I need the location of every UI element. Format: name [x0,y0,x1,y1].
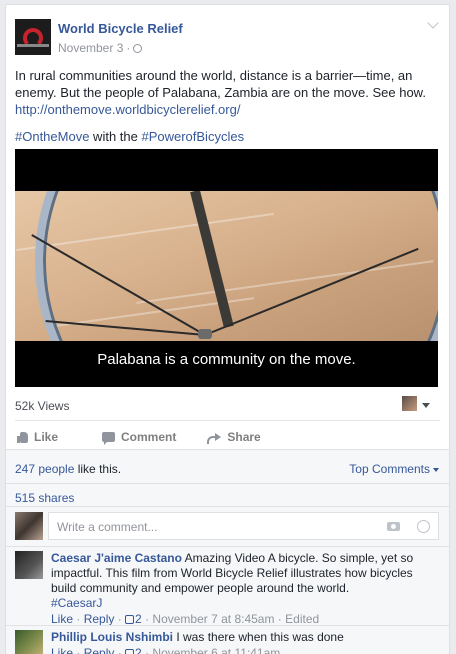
comment-icon [102,432,116,445]
likes-people-link[interactable]: 247 people [15,462,74,476]
caret-down-icon [433,467,439,472]
comment-like-link[interactable]: Like [51,612,73,626]
post-body: In rural communities around the world, d… [15,68,426,100]
comment-reply-link[interactable]: Reply [84,612,115,626]
shares-link[interactable]: 515 shares [15,491,74,505]
thumbs-up-icon [125,649,135,654]
comment-author-link[interactable]: Caesar J'aime Castano [51,551,182,565]
comment-text: I was there when this was done [173,630,344,644]
posting-as-avatar[interactable] [402,396,417,411]
comment-author-link[interactable]: Phillip Louis Nshimbi [51,630,173,644]
top-comments-dropdown[interactable]: Top Comments [349,462,439,476]
camera-icon[interactable] [387,522,400,531]
comment-likes-count[interactable]: 2 [135,646,142,654]
post-meta: November 3 · [58,41,143,55]
like-button[interactable]: Like [17,430,58,444]
like-label: Like [34,430,59,444]
chevron-down-icon[interactable] [427,19,439,31]
comment-reply-link[interactable]: Reply [84,646,115,654]
thumbs-up-icon [125,615,135,624]
globe-icon [133,43,143,53]
action-bar: Like Comment Share [15,424,438,450]
divider [15,420,440,421]
comment-avatar[interactable] [15,551,43,579]
hashtag-joiner: with the [89,129,142,144]
post-text: In rural communities around the world, d… [15,67,435,155]
caret-down-icon[interactable] [422,403,430,408]
current-user-avatar [15,512,43,540]
comment-edited[interactable]: Edited [285,612,319,626]
comment-label: Comment [121,430,177,444]
comment-likes-count[interactable]: 2 [135,612,142,626]
page-avatar[interactable] [15,19,51,55]
bicycle-hub-image [198,329,212,339]
post-card: World Bicycle Relief November 3 · In rur… [5,4,450,654]
hashtag-powerofbicycles[interactable]: #PowerofBicycles [141,129,244,144]
likes-summary: 247 people like this. [15,462,122,476]
comment-input[interactable]: Write a comment... [48,512,439,540]
post-date-link[interactable]: November 3 [58,41,123,55]
smiley-icon[interactable] [417,520,430,533]
comment-hashtag[interactable]: #CaesarJ [51,596,102,610]
comment-like-link[interactable]: Like [51,646,73,654]
page-name-link[interactable]: World Bicycle Relief [58,21,183,36]
video-frame [15,191,438,341]
comment-avatar[interactable] [15,630,43,654]
comment-meta: Like · Reply · 2 · November 6 at 11:41am [51,646,441,654]
video-caption: Palabana is a community on the move. [97,351,356,368]
comment-placeholder: Write a comment... [57,520,158,534]
video-player[interactable]: Palabana is a community on the move. [15,149,438,387]
hashtag-onthemove[interactable]: #OntheMove [15,129,89,144]
like-icon [17,431,28,443]
share-button[interactable]: Share [207,430,261,444]
comment-time[interactable]: November 6 at 11:41am [152,646,280,654]
share-icon [207,432,222,444]
share-label: Share [227,430,261,444]
comment-time[interactable]: November 7 at 8:45am [152,612,274,626]
post-url-link[interactable]: http://onthemove.worldbicyclerelief.org/ [15,102,240,117]
meta-separator: · [126,41,131,55]
video-views: 52k Views [15,399,70,413]
comments-section: 247 people like this. Top Comments 515 s… [6,449,449,654]
comment-button[interactable]: Comment [102,430,177,445]
